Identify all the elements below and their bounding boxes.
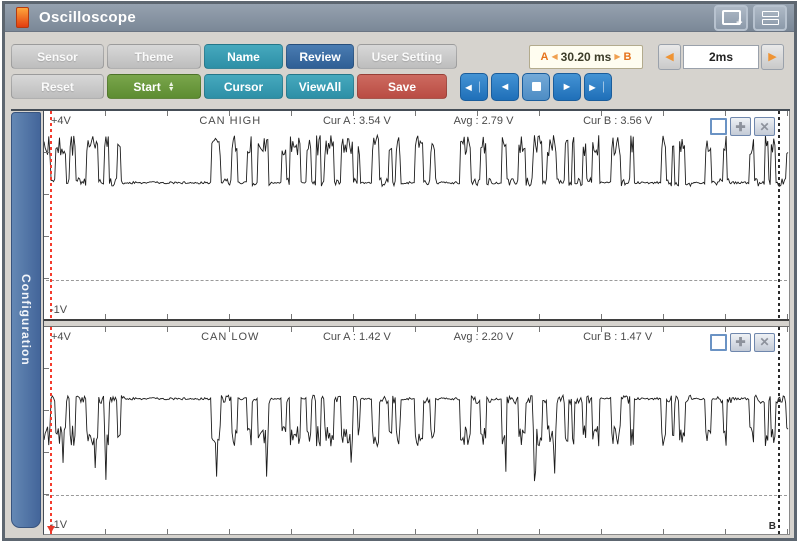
cursor-a-measurement: Cur A : 3.54 V: [322, 115, 391, 127]
step-back-button[interactable]: ◄: [491, 72, 519, 101]
bottom-ruler: [44, 529, 789, 534]
user-setting-button[interactable]: User Setting: [357, 44, 457, 69]
cursor-a-measurement: Cur A : 1.42 V: [322, 330, 391, 343]
add-window-icon: [721, 10, 743, 29]
reset-button[interactable]: Reset: [11, 74, 104, 99]
bottom-voltage-label: -1V: [50, 303, 68, 316]
channel-panel-can-high: +4V CAN HIGH Cur A : 3.54 V Avg : 2.79 V…: [44, 111, 789, 319]
bottom-ruler: [44, 313, 789, 319]
stop-button[interactable]: [522, 72, 550, 101]
name-button[interactable]: Name: [204, 44, 283, 69]
timebase-increase-button[interactable]: ▶: [761, 43, 784, 70]
panel-controls: ✚ ✕: [710, 332, 775, 352]
cursor-b-marker-label[interactable]: B: [769, 521, 776, 532]
theme-button[interactable]: Theme: [107, 44, 201, 69]
can-low-waveform-trace: [44, 393, 789, 481]
cursor-b-line[interactable]: [778, 326, 780, 534]
page-title: Oscilloscope: [39, 9, 136, 26]
add-window-button[interactable]: [714, 4, 748, 31]
average-measurement: Avg : 2.79 V: [453, 115, 514, 127]
channel-select-checkbox[interactable]: [710, 333, 727, 351]
configuration-tab[interactable]: Configuration: [11, 112, 41, 528]
app-window: Oscilloscope Sensor Theme Name Review Us…: [2, 1, 797, 541]
cursor-b-line[interactable]: [778, 111, 780, 319]
cursor-a-line[interactable]: [50, 326, 52, 534]
cursor-button[interactable]: Cursor: [204, 74, 283, 99]
toolbar-row-2: Reset Start ▲ ▼ Cursor ViewAll Save ◄｜ ◄ …: [11, 72, 786, 101]
top-ruler: [44, 326, 789, 332]
cursor-b-right-icon[interactable]: ▶: [614, 52, 620, 61]
main-area: Configuration +4V CAN HIGH Cur A : 3.54 …: [11, 109, 790, 535]
timebase-value: 2ms: [683, 44, 759, 69]
skip-end-button[interactable]: ►｜: [584, 72, 612, 101]
top-voltage-label: +4V: [51, 115, 71, 127]
close-channel-button[interactable]: ✕: [754, 332, 775, 352]
channel-title: CAN LOW: [201, 330, 260, 343]
channel-title: CAN HIGH: [199, 115, 262, 127]
tile-windows-button[interactable]: [753, 4, 787, 31]
start-button[interactable]: Start ▲ ▼: [107, 74, 201, 99]
review-button[interactable]: Review: [286, 44, 354, 69]
oscilloscope-app: Oscilloscope Sensor Theme Name Review Us…: [0, 0, 799, 543]
timebase-decrease-button[interactable]: ◀: [658, 43, 681, 70]
step-forward-button[interactable]: ►: [553, 72, 581, 101]
channel-panel-can-low: +4V CAN LOW Cur A : 1.42 V Avg : 2.20 V …: [44, 326, 789, 534]
top-ruler: [44, 111, 789, 116]
can-high-waveform-trace: [44, 133, 789, 188]
toolbar-row-1: Sensor Theme Name Review User Setting A …: [11, 43, 786, 70]
timebase-selector: ◀ 2ms ▶: [658, 43, 784, 70]
cursor-time-readout: A ◀ 30.20 ms ▶ B: [529, 44, 643, 69]
viewall-button[interactable]: ViewAll: [286, 74, 354, 99]
average-measurement: Avg : 2.20 V: [453, 330, 514, 343]
left-ruler: [44, 111, 49, 319]
left-ruler: [44, 326, 49, 534]
zoom-in-button[interactable]: ✚: [730, 332, 751, 352]
save-button[interactable]: Save: [357, 74, 447, 99]
zero-volt-line: [46, 279, 787, 281]
close-channel-button[interactable]: ✕: [754, 117, 775, 136]
tile-windows-icon: [761, 10, 779, 25]
panel-divider: [44, 318, 789, 327]
cursor-a-label: A: [540, 50, 549, 63]
skip-start-button[interactable]: ◄｜: [460, 72, 488, 101]
cursor-b-measurement: Cur B : 3.56 V: [583, 115, 653, 127]
channel-panels: +4V CAN HIGH Cur A : 3.54 V Avg : 2.79 V…: [43, 111, 790, 535]
stop-icon: [531, 82, 541, 91]
configuration-tab-label: Configuration: [19, 274, 33, 366]
panel-controls: ✚ ✕: [710, 117, 775, 136]
sensor-button[interactable]: Sensor: [11, 44, 104, 69]
title-bar: Oscilloscope: [5, 4, 794, 32]
cursor-delta-value: 30.20 ms: [560, 49, 612, 64]
zero-volt-line: [46, 495, 787, 497]
cursor-b-measurement: Cur B : 1.47 V: [583, 330, 653, 343]
cursor-a-marker-icon[interactable]: [47, 526, 55, 533]
cursor-a-left-icon[interactable]: ◀: [551, 52, 557, 61]
cursor-b-label: B: [623, 50, 632, 63]
cursor-a-line[interactable]: [50, 111, 52, 319]
app-logo-icon: [16, 7, 29, 28]
zoom-in-button[interactable]: ✚: [730, 117, 751, 136]
top-voltage-label: +4V: [51, 330, 71, 343]
toolbar: Sensor Theme Name Review User Setting A …: [5, 32, 794, 109]
channel-select-checkbox[interactable]: [710, 118, 727, 135]
playback-controls: ◄｜ ◄ ► ►｜: [460, 72, 612, 101]
start-spinner-icon: ▲ ▼: [167, 80, 175, 93]
